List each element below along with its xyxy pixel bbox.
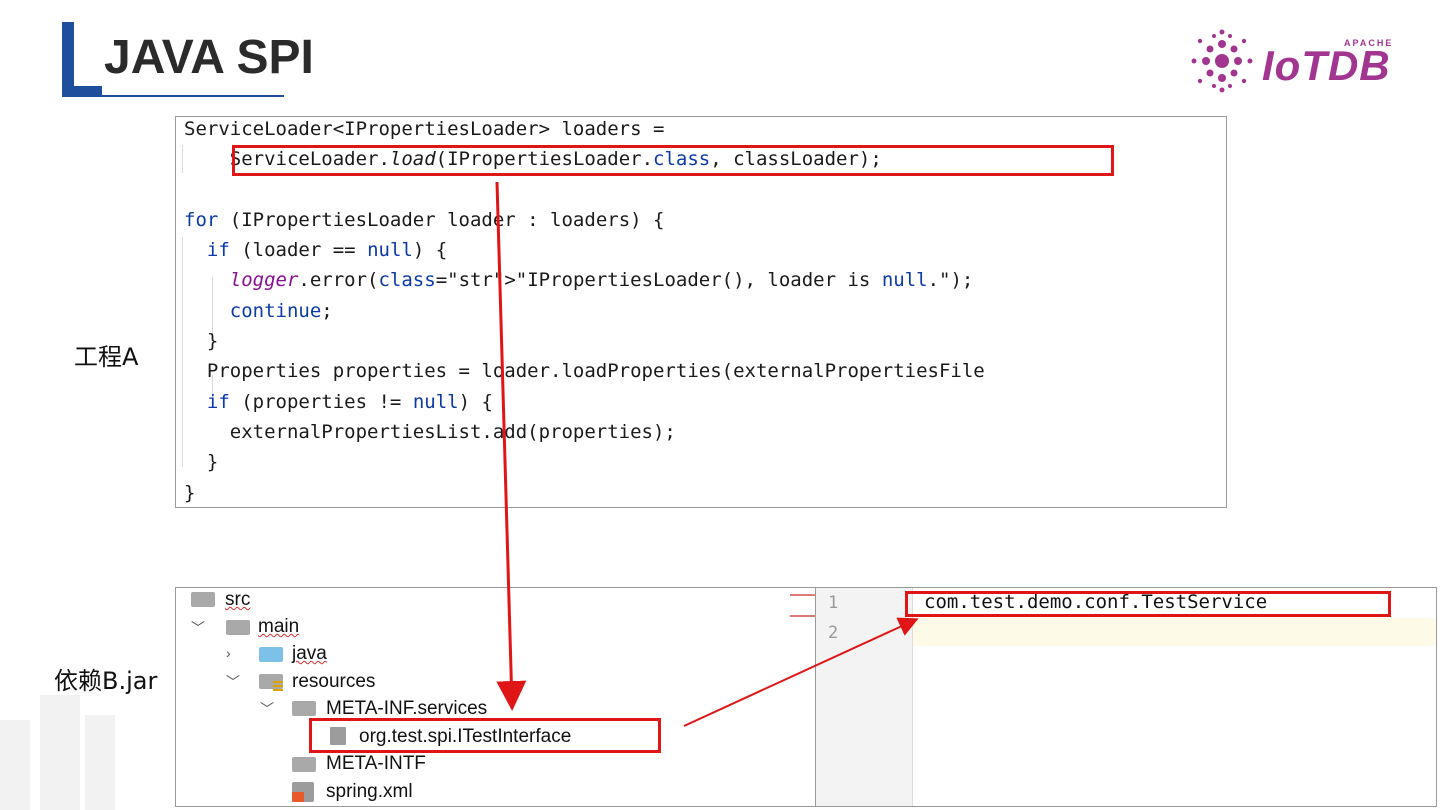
- connector-arrows: [495, 181, 919, 727]
- arrow-load-to-service-file: [495, 181, 527, 711]
- arrow-service-file-to-impl: [683, 617, 919, 727]
